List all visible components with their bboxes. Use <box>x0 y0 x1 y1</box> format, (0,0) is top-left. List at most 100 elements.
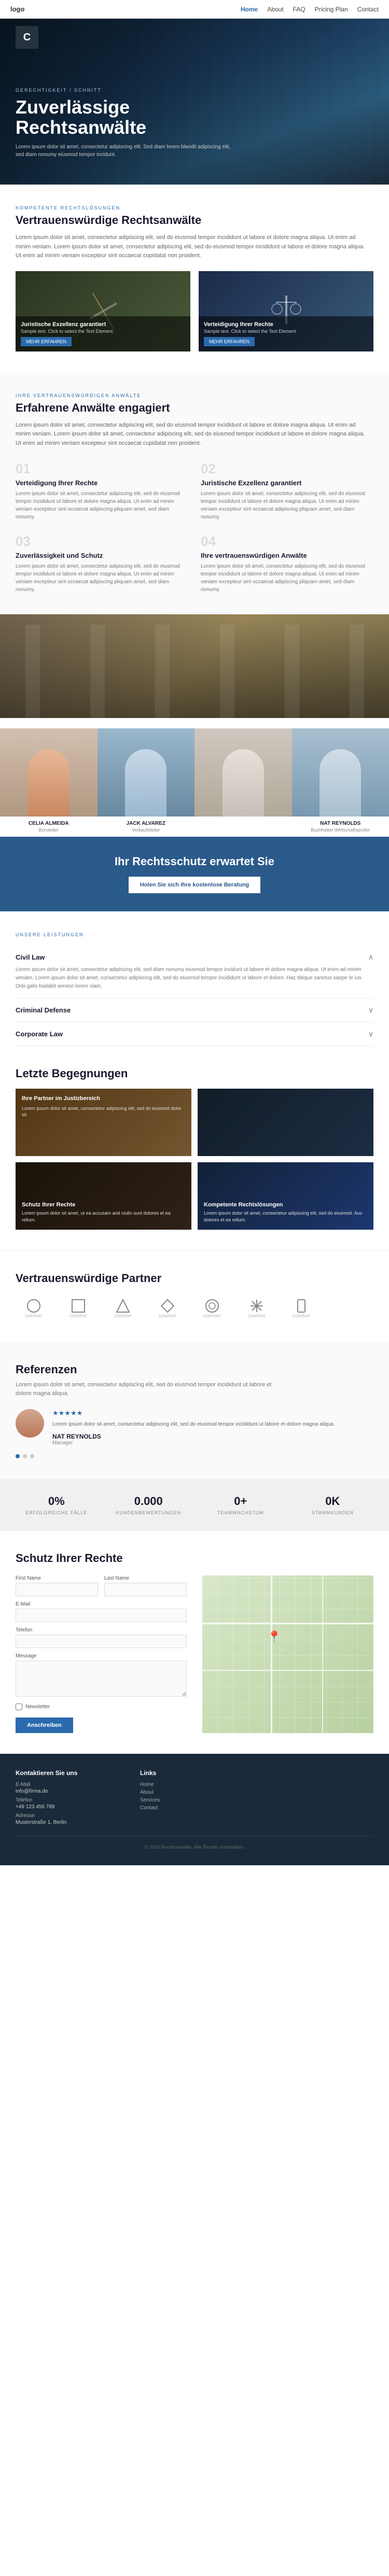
nav-link-contact[interactable]: Contact <box>357 6 379 13</box>
service-item-3: Corporate Law ∨ <box>16 1022 373 1046</box>
contact-title: Schutz Ihrer Rechte <box>16 1552 373 1565</box>
footer-contact-col: Kontaktieren Sie uns E-Mail info@firma.d… <box>16 1769 124 1825</box>
services-tag: UNSERE LEISTUNGEN <box>16 932 373 937</box>
team-photo-3 <box>195 728 292 817</box>
newsletter-checkbox[interactable] <box>16 1704 22 1710</box>
stat-4: 0K Stammkunden <box>292 1495 374 1515</box>
map-container: 📍 <box>202 1575 373 1733</box>
team-role-3 <box>195 822 292 826</box>
partner-1: CONTENT <box>16 1296 52 1321</box>
contact-form-section: Schutz Ihrer Rechte First Name Last Name… <box>0 1531 389 1754</box>
stat-num-4: 0K <box>292 1495 374 1508</box>
partners-section: Vertrauenswürdige Partner CONTENT CONTEN… <box>0 1250 389 1342</box>
testimonial-text: Lorem ipsum dolor sit amet, consectetur … <box>52 1420 335 1429</box>
trusted-image-2: Verteidigung Ihrer Rechte Sample text. C… <box>199 271 373 351</box>
cta-title: Ihr Rechtsschutz erwartet Sie <box>16 855 373 868</box>
service-header-2[interactable]: Criminal Defense ∨ <box>16 1006 373 1015</box>
testimonial-stars: ★★★★★ <box>52 1409 335 1417</box>
dot-2[interactable] <box>23 1454 27 1458</box>
service-title-1: Civil Law <box>16 953 45 961</box>
feature-title-4: Ihre vertrauenswürdigen Anwälte <box>201 552 373 559</box>
attorneys-tag: IHRE VERTRAUENSWÜRDIGEN ANWÄLTE <box>16 393 373 398</box>
stats-section: 0% Erfolgreiche Fälle 0.000 Kundenbewert… <box>0 1479 389 1531</box>
recent-title: Letzte Begegnungen <box>16 1067 373 1080</box>
service-header-1[interactable]: Civil Law ∧ <box>16 953 373 962</box>
trusted-img-sublabel-2: Sample text. Click to select the Text El… <box>204 329 368 334</box>
dot-1[interactable] <box>16 1454 20 1458</box>
feature-num-4: 04 <box>201 533 373 550</box>
email-input[interactable] <box>16 1609 187 1622</box>
court-banner <box>0 614 389 718</box>
service-title-2: Criminal Defense <box>16 1006 71 1014</box>
service-header-3[interactable]: Corporate Law ∨ <box>16 1030 373 1038</box>
testimonials-text: Lorem ipsum dolor sit amet, consectetur … <box>16 1381 275 1399</box>
service-item-1: Civil Law ∧ Lorem ipsum dolor sit amet, … <box>16 946 373 998</box>
team-name-3 <box>195 817 292 822</box>
partner-label-5: CONTENT <box>203 1315 221 1318</box>
footer-phone-label: Telefon <box>16 1797 124 1803</box>
form-group-phone: Telefon <box>16 1627 187 1648</box>
nav-link-about[interactable]: About <box>267 6 283 13</box>
features-grid: 01 Verteidigung Ihrer Rechte Lorem ipsum… <box>16 461 373 594</box>
footer-address-value: Musterstraße 1, Berlin <box>16 1820 124 1825</box>
recent-title-3: Schutz Ihrer Rechte <box>22 1202 185 1208</box>
hero-title: Zuverlässige Rechtsanwälte <box>16 97 233 138</box>
nav-logo[interactable]: logo <box>10 5 24 13</box>
feature-text-2: Lorem ipsum dolor sit amet, consectetur … <box>201 490 373 521</box>
nav-link-pricing[interactable]: Pricing Plan <box>315 6 348 13</box>
trusted-btn-1[interactable]: MEHR ERFAHREN <box>21 337 72 346</box>
cta-section: Ihr Rechtsschutz erwartet Sie Holen Sie … <box>0 837 389 911</box>
footer-social-col <box>265 1769 373 1825</box>
form-group-firstname: First Name <box>16 1575 98 1596</box>
feature-text-3: Lorem ipsum dolor sit amet, consectetur … <box>16 562 188 594</box>
testimonial-avatar <box>16 1409 44 1438</box>
stat-1: 0% Erfolgreiche Fälle <box>16 1495 98 1515</box>
recent-card-3: Schutz Ihrer Rechte Lorem ipsum dolor si… <box>16 1162 191 1230</box>
trusted-btn-2[interactable]: MEHR ERFAHREN <box>204 337 255 346</box>
footer-grid: Kontaktieren Sie uns E-Mail info@firma.d… <box>16 1769 373 1825</box>
recent-card-1: Ihre Partner im Justizbereich Lorem ipsu… <box>16 1089 191 1156</box>
partner-logo-6 <box>249 1298 265 1314</box>
partners-title: Vertrauenswürdige Partner <box>16 1272 373 1285</box>
nav-link-faq[interactable]: FAQ <box>293 6 305 13</box>
stat-3: 0+ Teamwachstum <box>200 1495 282 1515</box>
service-body-1: Lorem ipsum dolor sit amet, consectetur … <box>16 966 373 991</box>
trusted-img-sublabel-1: Sample text. Click to select the Text El… <box>21 329 185 334</box>
lastname-input[interactable] <box>104 1583 187 1596</box>
stat-num-2: 0.000 <box>108 1495 190 1508</box>
phone-label: Telefon <box>16 1627 187 1633</box>
contact-submit-btn[interactable]: Anschreiben <box>16 1718 73 1733</box>
feature-title-1: Verteidigung Ihrer Rechte <box>16 479 188 487</box>
partner-logo-5 <box>204 1298 220 1314</box>
map-grid <box>202 1575 373 1733</box>
feature-num-1: 01 <box>16 461 188 477</box>
footer-link-2[interactable]: About <box>140 1790 249 1795</box>
team-role-1: Büroleiter <box>0 827 98 837</box>
feature-1: 01 Verteidigung Ihrer Rechte Lorem ipsum… <box>16 461 188 521</box>
team-card-4: NAT REYNOLDS Buchhalter-Wirtschaftsprüfe… <box>292 728 389 837</box>
footer-links-col: Links Home About Services Contact <box>140 1769 249 1825</box>
hero-tag: GERECHTIGKEIT / SCHNITT <box>16 88 233 93</box>
partner-5: CONTENT <box>194 1296 230 1321</box>
footer-link-1[interactable]: Home <box>140 1782 249 1787</box>
partner-logo-3 <box>115 1298 131 1314</box>
form-group-lastname: Last Name <box>104 1575 187 1596</box>
feature-num-3: 03 <box>16 533 188 550</box>
partner-label-1: CONTENT <box>25 1315 43 1318</box>
nav-link-home[interactable]: Home <box>241 6 258 13</box>
team-card-2: JACK ALVAREZ Verkaufsleiter <box>98 728 195 837</box>
cta-button[interactable]: Holen Sie sich Ihre kostenlose Beratung <box>129 877 260 893</box>
firstname-input[interactable] <box>16 1583 98 1596</box>
footer-link-4[interactable]: Contact <box>140 1805 249 1811</box>
trusted-img-overlay-2: Verteidigung Ihrer Rechte Sample text. C… <box>199 316 373 351</box>
team-role-4: Buchhalter-Wirtschaftsprüfer <box>292 827 389 837</box>
partner-3: CONTENT <box>105 1296 141 1321</box>
footer-link-3[interactable]: Services <box>140 1797 249 1803</box>
dot-3[interactable] <box>30 1454 34 1458</box>
stat-label-2: Kundenbewertungen <box>108 1510 190 1515</box>
firstname-label: First Name <box>16 1575 98 1581</box>
message-textarea[interactable] <box>16 1660 187 1697</box>
footer-links-title: Links <box>140 1769 249 1777</box>
partner-logo-4 <box>160 1298 175 1314</box>
phone-input[interactable] <box>16 1635 187 1648</box>
